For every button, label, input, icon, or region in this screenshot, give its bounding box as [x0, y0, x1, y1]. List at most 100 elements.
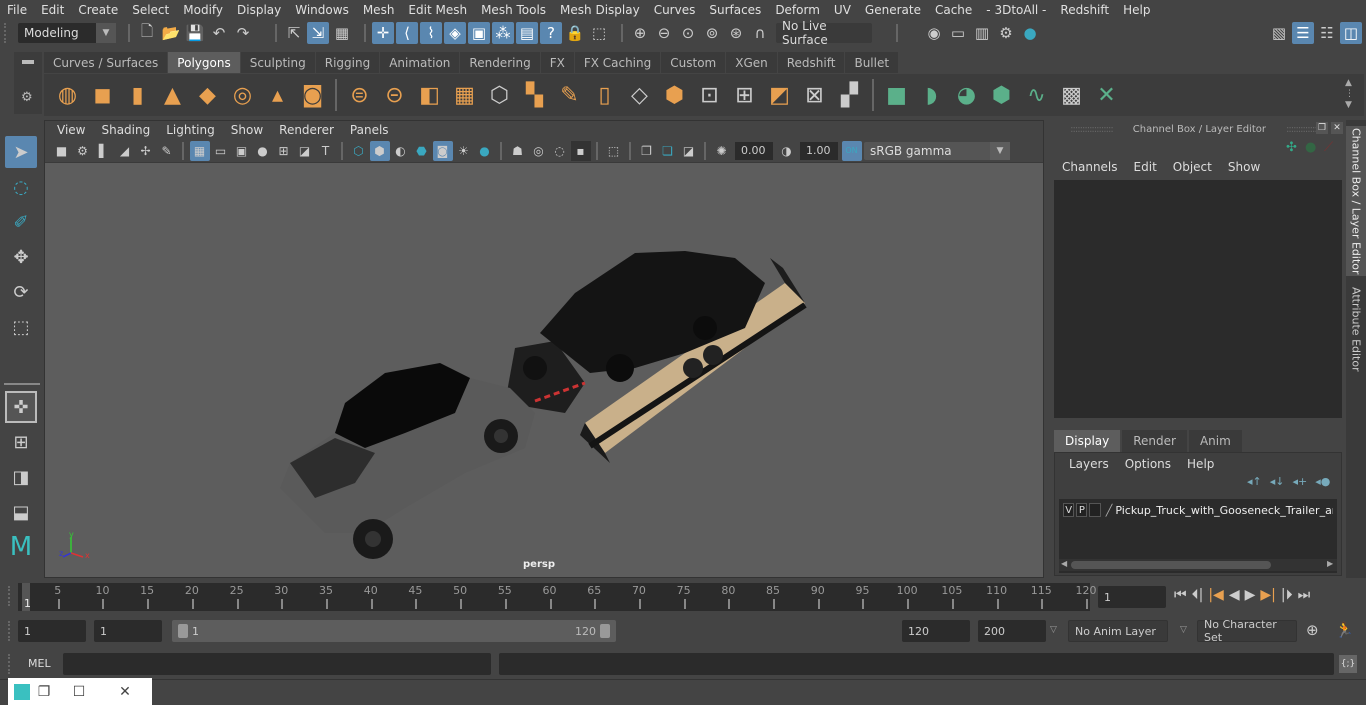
manipulator-icon[interactable]: ✣ — [1286, 140, 1297, 155]
new-layer-selected-icon[interactable]: ◂● — [1315, 475, 1330, 488]
anim-layer-dropdown-icon[interactable]: ▽ — [1050, 625, 1057, 635]
animation-preferences-icon[interactable]: 🏃 — [1335, 621, 1354, 639]
playback-end-field[interactable]: 120 — [902, 620, 970, 642]
menu-windows[interactable]: Windows — [288, 3, 356, 17]
xray-active-components-icon[interactable]: ❏ — [658, 141, 678, 161]
menu-deform[interactable]: Deform — [768, 3, 827, 17]
outliner-persp-layout-icon[interactable]: ◨ — [5, 461, 37, 493]
menu-cache[interactable]: Cache — [928, 3, 979, 17]
select-marquee-icon[interactable]: ⬚ — [588, 22, 610, 44]
quad-draw-icon[interactable]: ▞ — [834, 79, 866, 111]
go-to-start-icon[interactable]: ⏮ — [1174, 587, 1187, 603]
shelf-tab-animation[interactable]: Animation — [380, 52, 460, 73]
exposure-field[interactable]: 0.00 — [735, 141, 773, 160]
help-icon[interactable]: ? — [540, 22, 562, 44]
scroll-right-icon[interactable]: ▶ — [1327, 559, 1333, 568]
layer-row[interactable]: V P ╱ Pickup_Truck_with_Gooseneck_Traile… — [1059, 499, 1337, 521]
select-hierarchy-icon[interactable]: ⇱ — [283, 22, 305, 44]
shelf-tab-rigging[interactable]: Rigging — [315, 52, 380, 73]
shelf-tab-rendering[interactable]: Rendering — [460, 52, 540, 73]
start-time-field[interactable]: 1 — [18, 620, 86, 642]
cylindrical-uv-icon[interactable]: ◗ — [916, 79, 948, 111]
menu-redshift[interactable]: Redshift — [1053, 3, 1116, 17]
snap-to-curves-icon[interactable]: ⊖ — [653, 22, 675, 44]
menu-help[interactable]: Help — [1116, 3, 1157, 17]
outliner-toggle-icon[interactable]: ☰ — [1292, 22, 1314, 44]
select-object-icon[interactable]: ⇲ — [307, 22, 329, 44]
channel-list[interactable] — [1054, 180, 1342, 418]
film-gate-icon[interactable]: ▭ — [211, 141, 231, 161]
layer-tab-render[interactable]: Render — [1122, 430, 1187, 452]
safe-title-icon[interactable]: T — [316, 141, 336, 161]
new-layer-icon[interactable]: ◂+ — [1293, 475, 1308, 488]
menu-uv[interactable]: UV — [827, 3, 858, 17]
shelf-scroll-arrows[interactable]: ▲ ⋮ ▼ — [1345, 78, 1354, 111]
range-slider-bar[interactable]: 1 120 — [172, 620, 616, 642]
layer-tab-display[interactable]: Display — [1054, 430, 1121, 452]
menu-curves[interactable]: Curves — [647, 3, 703, 17]
restore-button[interactable]: ❐ — [32, 684, 56, 700]
unfold-uv-icon[interactable]: ∿ — [1021, 79, 1053, 111]
four-view-layout-icon[interactable]: ⊞ — [5, 426, 37, 458]
isolate-select-icon[interactable]: ⬚ — [604, 141, 624, 161]
bookmark-icon[interactable]: ▌ — [94, 141, 114, 161]
render-settings-icon[interactable]: ▤ — [516, 22, 538, 44]
viewport-menu-lighting[interactable]: Lighting — [158, 123, 223, 137]
step-back-frame-icon[interactable]: ⏴| — [1192, 587, 1204, 603]
depth-of-field-icon[interactable]: ▪ — [570, 140, 591, 161]
scale-tool-icon[interactable]: ⬚ — [5, 311, 37, 343]
lasso-tool-icon[interactable]: ◌ — [5, 171, 37, 203]
snap-curve-icon[interactable]: ⟨ — [396, 22, 418, 44]
float-panel-icon[interactable]: ❐ — [1316, 122, 1328, 134]
smooth-shade-icon[interactable]: ⬢ — [369, 140, 390, 161]
save-scene-icon[interactable]: 💾 — [184, 22, 206, 44]
poly-sphere-icon[interactable]: ◍ — [52, 79, 84, 111]
layer-menu-help[interactable]: Help — [1179, 457, 1222, 471]
gate-mask-icon[interactable]: ● — [253, 141, 273, 161]
multi-cut-icon[interactable]: ✎ — [554, 79, 586, 111]
insert-edge-loop-icon[interactable]: ⊡ — [694, 79, 726, 111]
ghost-icon[interactable]: ⟋ — [1324, 140, 1333, 155]
layer-name[interactable]: Pickup_Truck_with_Gooseneck_Trailer_and_ — [1115, 504, 1333, 517]
horizontal-scrollbar[interactable]: ◀ ▶ — [1059, 559, 1337, 571]
select-tool-icon[interactable]: ➤ — [5, 136, 37, 168]
xray-icon[interactable]: ❐ — [637, 141, 657, 161]
hypershade-icon[interactable]: ● — [1019, 22, 1041, 44]
visibility-toggle[interactable]: V — [1063, 503, 1075, 517]
gamma-field[interactable]: 1.00 — [800, 141, 838, 160]
menu-select[interactable]: Select — [125, 3, 176, 17]
color-space-dropdown[interactable]: sRGB gamma ▼ — [864, 141, 1010, 160]
drag-handle[interactable] — [8, 621, 14, 641]
layout-uv-icon[interactable]: ✕ — [1091, 79, 1123, 111]
menu-mesh-display[interactable]: Mesh Display — [553, 3, 647, 17]
resolution-gate-icon[interactable]: ▣ — [232, 141, 252, 161]
spherical-uv-icon[interactable]: ◕ — [951, 79, 983, 111]
step-forward-frame-icon[interactable]: |⏵ — [1281, 587, 1293, 603]
wireframe-icon[interactable]: ⬡ — [349, 141, 369, 161]
safe-action-icon[interactable]: ◪ — [295, 141, 315, 161]
undo-icon[interactable]: ↶ — [208, 22, 230, 44]
channel-menu-object[interactable]: Object — [1165, 160, 1220, 174]
color-management-toggle[interactable]: ON — [841, 140, 862, 161]
camera-icon[interactable]: ■ — [52, 141, 72, 161]
snap-to-grids-icon[interactable]: ⊕ — [629, 22, 651, 44]
poly-cube-icon[interactable]: ◼ — [87, 79, 119, 111]
ipr-render-icon[interactable]: ▥ — [971, 22, 993, 44]
auto-key-icon[interactable]: ⊕ — [1306, 621, 1319, 639]
combine-icon[interactable]: ⊜ — [344, 79, 376, 111]
planar-uv-icon[interactable]: ■ — [881, 79, 913, 111]
channel-box-toggle-icon[interactable]: ◫ — [1340, 22, 1362, 44]
merge-icon[interactable]: ◩ — [764, 79, 796, 111]
close-button[interactable]: ✕ — [102, 684, 148, 700]
make-live-icon[interactable]: ∩ — [749, 22, 771, 44]
menu-create[interactable]: Create — [71, 3, 125, 17]
target-weld-icon[interactable]: ⊠ — [799, 79, 831, 111]
select-component-icon[interactable]: ▦ — [331, 22, 353, 44]
playback-toggle[interactable]: P — [1076, 503, 1088, 517]
menu-modify[interactable]: Modify — [176, 3, 230, 17]
drag-handle[interactable] — [8, 586, 14, 606]
tab-channel-box[interactable]: Channel Box / Layer Editor — [1346, 126, 1366, 276]
paint-select-tool-icon[interactable]: ✐ — [5, 206, 37, 238]
menu-mesh-tools[interactable]: Mesh Tools — [474, 3, 553, 17]
automatic-uv-icon[interactable]: ⬢ — [986, 79, 1018, 111]
